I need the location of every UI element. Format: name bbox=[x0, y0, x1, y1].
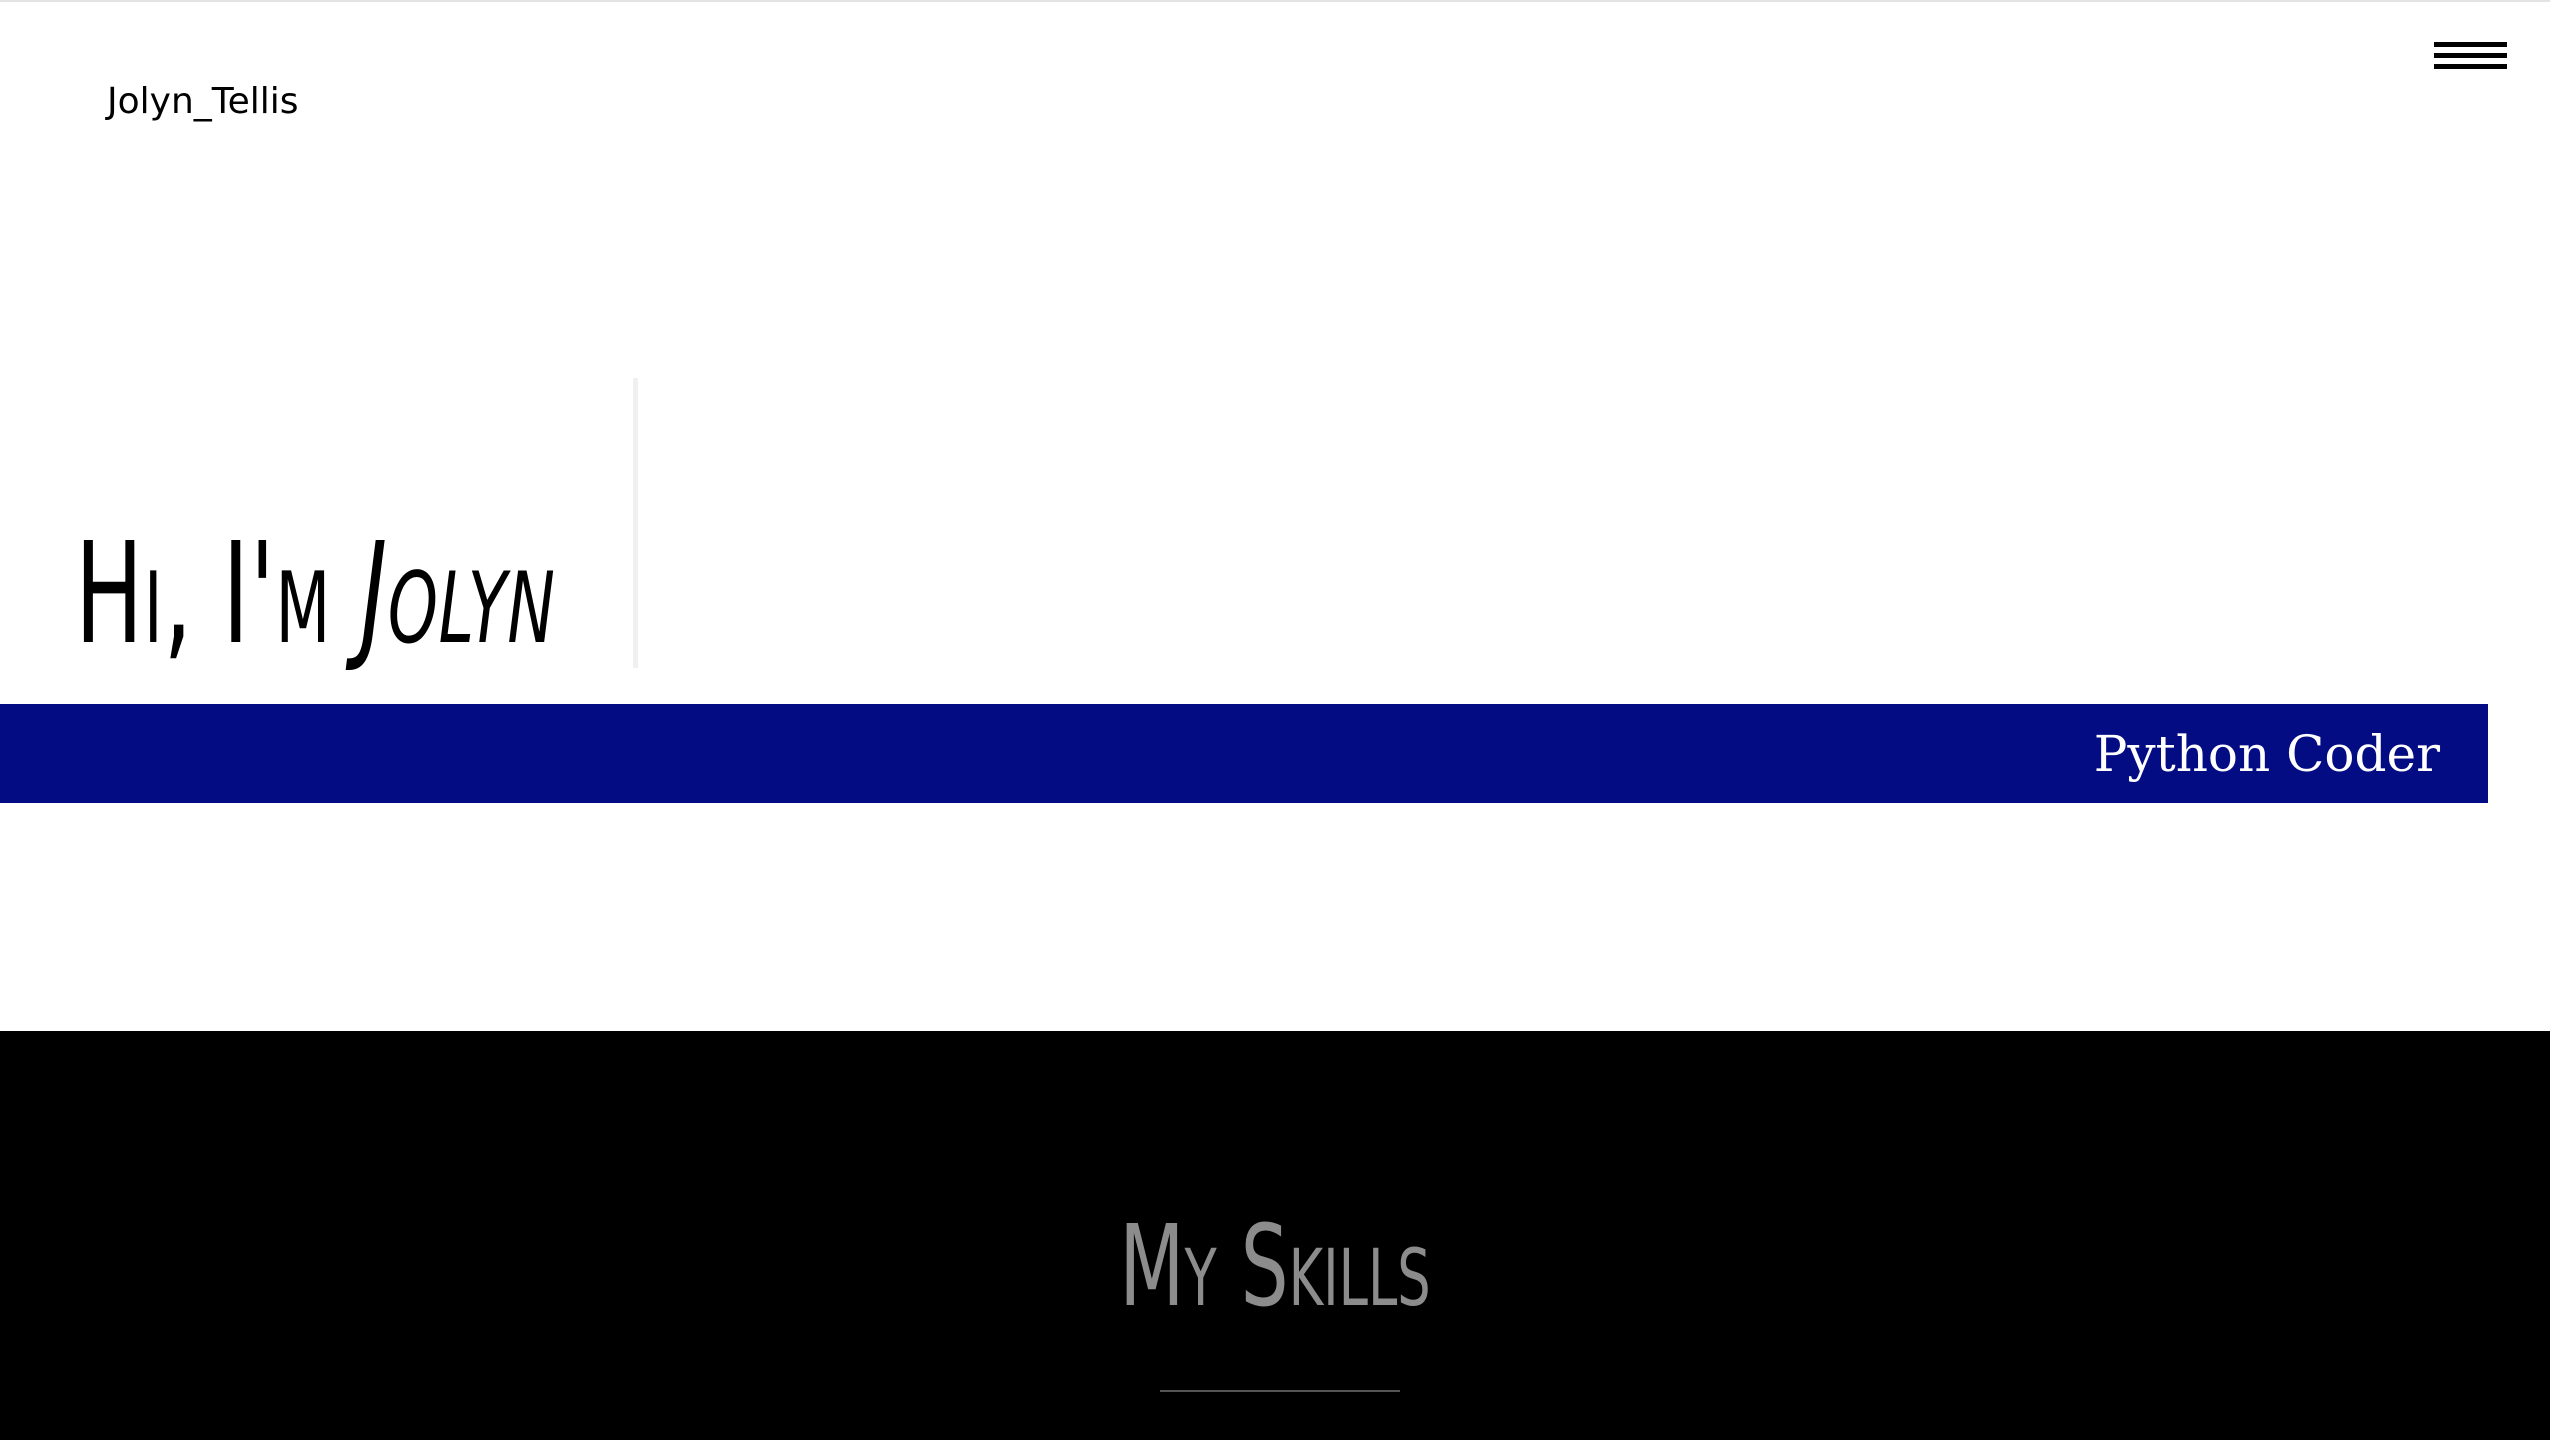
skills-title: My Skills bbox=[1119, 1202, 1431, 1332]
site-brand-link[interactable]: Jolyn_Tellis bbox=[107, 78, 299, 126]
skills-section: My Skills bbox=[0, 1031, 2550, 1440]
portfolio-page: Jolyn_Tellis Hi, I'm Jolyn Python Coder … bbox=[0, 0, 2550, 1440]
top-divider bbox=[0, 0, 2550, 2]
hamburger-menu-icon[interactable] bbox=[2434, 40, 2507, 76]
role-banner: Python Coder bbox=[0, 704, 2488, 803]
hero-heading: Hi, I'm Jolyn bbox=[75, 515, 556, 675]
menu-line bbox=[2434, 53, 2507, 58]
typing-cursor bbox=[633, 378, 638, 668]
role-text: Python Coder bbox=[2093, 725, 2440, 783]
menu-line bbox=[2434, 64, 2507, 69]
hero-greeting: Hi, I'm bbox=[75, 513, 361, 676]
hero-name: Jolyn bbox=[360, 513, 556, 676]
menu-line bbox=[2434, 42, 2507, 47]
skills-title-underline bbox=[1160, 1390, 1400, 1392]
